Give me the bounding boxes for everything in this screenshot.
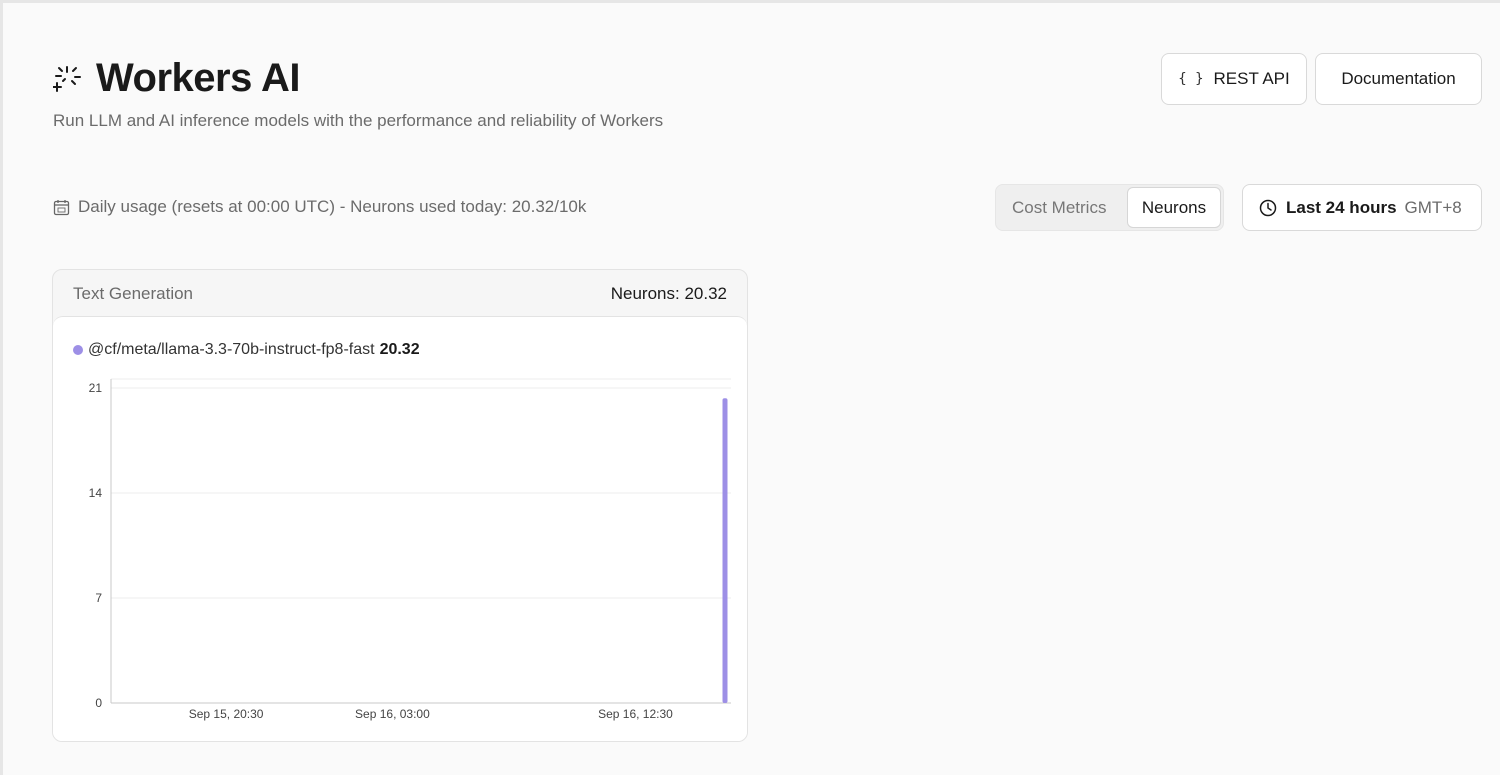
y-tick-label: 7 <box>95 591 102 605</box>
clock-icon <box>1259 199 1277 216</box>
card-title: Text Generation <box>73 283 194 303</box>
card-metric: Neurons: 20.32 <box>610 283 727 303</box>
rest-api-label: REST API <box>1213 69 1290 88</box>
time-range-timezone: GMT+8 <box>1404 197 1462 217</box>
braces-icon: { } <box>1178 71 1204 87</box>
time-range-label: Last 24 hours <box>1286 197 1397 217</box>
sparkle-icon <box>53 65 81 92</box>
series-bar <box>722 398 728 703</box>
y-tick-label: 0 <box>95 696 102 710</box>
x-tick-label: Sep 15, 20:30 <box>189 707 264 721</box>
x-tick-label: Sep 16, 03:00 <box>355 707 430 721</box>
x-tick-label: Sep 16, 12:30 <box>598 707 673 721</box>
page-header: Workers AI <box>53 56 300 101</box>
y-tick-label: 21 <box>89 381 103 395</box>
page-subtitle: Run LLM and AI inference models with the… <box>53 111 664 130</box>
chart-container: @cf/meta/llama-3.3-70b-instruct-fp8-fast… <box>53 316 747 741</box>
text-generation-card: Text Generation Neurons: 20.32 @cf/meta/… <box>52 269 748 742</box>
toggle-neurons[interactable]: Neurons <box>1127 187 1221 228</box>
toggle-cost-metrics[interactable]: Cost Metrics <box>1012 185 1106 230</box>
card-header: Text Generation Neurons: 20.32 <box>53 270 747 317</box>
daily-usage: Daily usage (resets at 00:00 UTC) - Neur… <box>53 197 586 217</box>
calendar-icon <box>53 199 70 215</box>
metric-toggle: Cost Metrics Neurons <box>995 184 1224 231</box>
neurons-chart: 0 7 14 21 Sep 15, 20:30 Sep 16, 03:00 Sep 16, … <box>89 378 731 721</box>
rest-api-button[interactable]: { } REST API <box>1161 53 1307 105</box>
documentation-button[interactable]: Documentation <box>1315 53 1482 105</box>
documentation-label: Documentation <box>1341 69 1456 88</box>
page-title: Workers AI <box>96 56 300 100</box>
time-range-button[interactable]: Last 24 hours GMT+8 <box>1242 184 1482 231</box>
y-tick-label: 14 <box>89 486 103 500</box>
daily-usage-text: Daily usage (resets at 00:00 UTC) - Neur… <box>78 197 587 216</box>
